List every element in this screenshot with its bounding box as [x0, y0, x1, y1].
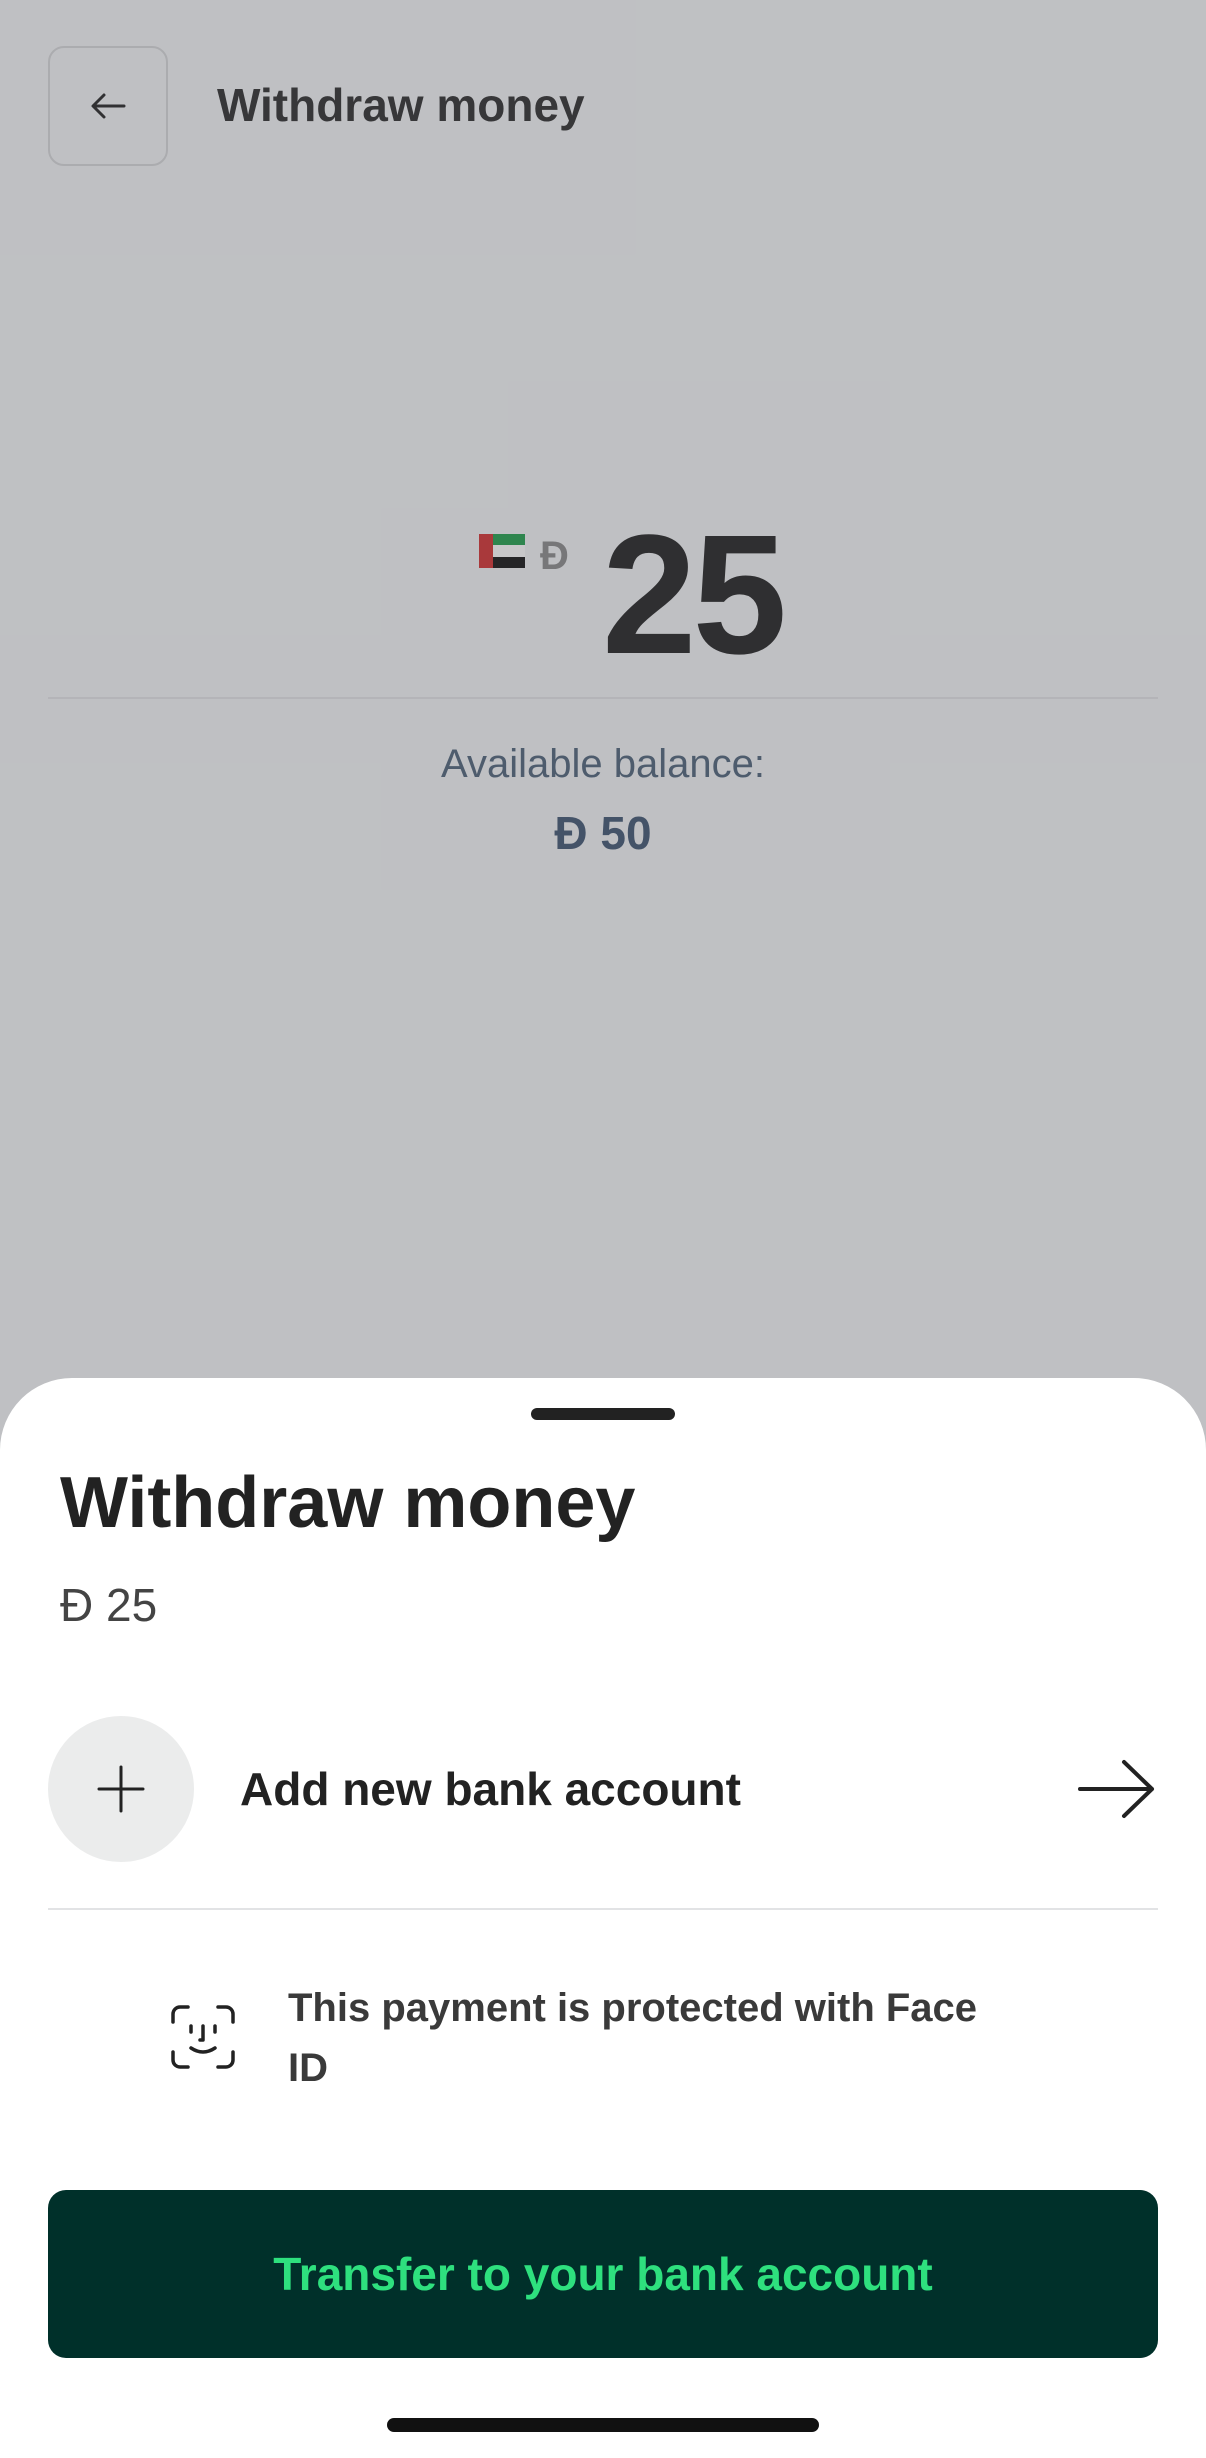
faceid-protection-text: This payment is protected with Face ID: [288, 1986, 978, 2090]
sheet-amount: Ð 25: [60, 1579, 158, 1631]
withdraw-bottom-sheet: Withdraw money Ð 25 Add new bank account: [0, 1378, 1206, 2458]
add-bank-account-row[interactable]: Add new bank account: [48, 1716, 1158, 1862]
sheet-title: Withdraw money: [60, 1463, 636, 1543]
screen: Withdraw money Ð 25 Available balance: Ð…: [0, 0, 1206, 2458]
plus-icon: [97, 1765, 145, 1813]
add-bank-circle: [48, 1716, 194, 1862]
sheet-grabber[interactable]: [531, 1408, 675, 1420]
arrow-right-icon: [1078, 1760, 1154, 1818]
add-bank-account-label: Add new bank account: [240, 1763, 741, 1815]
face-id-icon: [171, 2005, 235, 2069]
transfer-button[interactable]: Transfer to your bank account: [48, 2190, 1158, 2358]
home-indicator: [387, 2418, 819, 2432]
sheet-divider: [48, 1908, 1158, 1910]
